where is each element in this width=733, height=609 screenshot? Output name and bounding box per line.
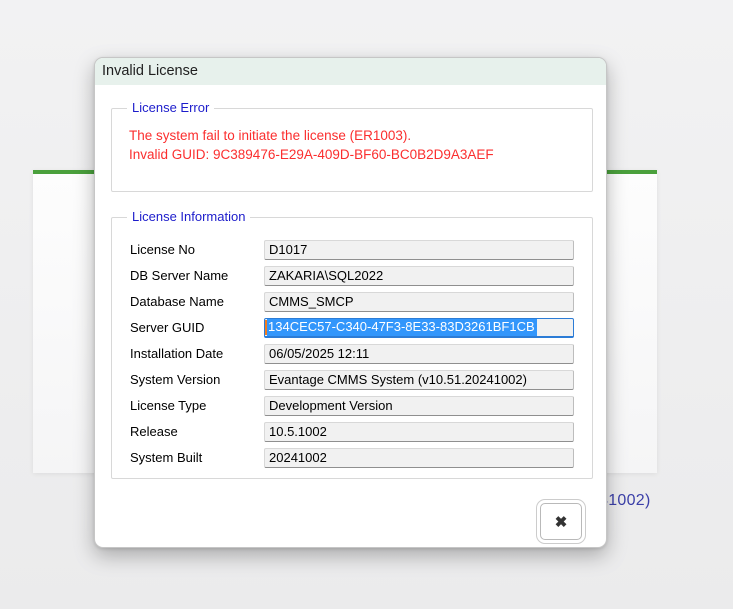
form-row: Installation Date06/05/2025 12:11 xyxy=(130,343,592,364)
error-line-2: Invalid GUID: 9C389476-E29A-409D-BF60-BC… xyxy=(129,145,592,164)
field-system-version[interactable]: Evantage CMMS System (v10.51.20241002) xyxy=(264,370,574,390)
field-release[interactable]: 10.5.1002 xyxy=(264,422,574,442)
error-line-1: The system fail to initiate the license … xyxy=(129,126,592,145)
license-error-groupbox: License Error The system fail to initiat… xyxy=(111,108,593,192)
dialog-title: Invalid License xyxy=(102,63,198,79)
form-row: Server GUID134CEC57-C340-47F3-8E33-83D32… xyxy=(130,317,592,338)
field-installation-date[interactable]: 06/05/2025 12:11 xyxy=(264,344,574,364)
close-button-focus-ring: ✖ xyxy=(536,499,586,544)
field-label: Release xyxy=(130,424,264,439)
dialog-titlebar[interactable]: Invalid License xyxy=(95,58,606,85)
field-db-server-name[interactable]: ZAKARIA\SQL2022 xyxy=(264,266,574,286)
field-label: Database Name xyxy=(130,294,264,309)
field-label: Server GUID xyxy=(130,320,264,335)
field-license-no[interactable]: D1017 xyxy=(264,240,574,260)
form-row: DB Server NameZAKARIA\SQL2022 xyxy=(130,265,592,286)
close-button[interactable]: ✖ xyxy=(540,503,582,540)
form-row: Release10.5.1002 xyxy=(130,421,592,442)
field-label: Installation Date xyxy=(130,346,264,361)
field-label: System Version xyxy=(130,372,264,387)
field-label: License No xyxy=(130,242,264,257)
license-information-groupbox: License Information License NoD1017DB Se… xyxy=(111,217,593,479)
license-information-legend: License Information xyxy=(127,209,250,224)
license-error-message: The system fail to initiate the license … xyxy=(112,109,592,164)
field-label: DB Server Name xyxy=(130,268,264,283)
field-server-guid[interactable]: 134CEC57-C340-47F3-8E33-83D3261BF1CB xyxy=(264,318,574,338)
field-license-type[interactable]: Development Version xyxy=(264,396,574,416)
form-row: License TypeDevelopment Version xyxy=(130,395,592,416)
field-label: License Type xyxy=(130,398,264,413)
form-row: System VersionEvantage CMMS System (v10.… xyxy=(130,369,592,390)
field-database-name[interactable]: CMMS_SMCP xyxy=(264,292,574,312)
form-row: Database NameCMMS_SMCP xyxy=(130,291,592,312)
license-fields: License NoD1017DB Server NameZAKARIA\SQL… xyxy=(112,218,592,468)
field-label: System Built xyxy=(130,450,264,465)
form-row: License NoD1017 xyxy=(130,239,592,260)
selected-text: 134CEC57-C340-47F3-8E33-83D3261BF1CB xyxy=(267,318,537,338)
field-system-built[interactable]: 20241002 xyxy=(264,448,574,468)
license-error-legend: License Error xyxy=(127,100,214,115)
form-row: System Built20241002 xyxy=(130,447,592,468)
invalid-license-dialog: Invalid License License Error The system… xyxy=(94,57,607,548)
close-icon: ✖ xyxy=(555,513,568,531)
